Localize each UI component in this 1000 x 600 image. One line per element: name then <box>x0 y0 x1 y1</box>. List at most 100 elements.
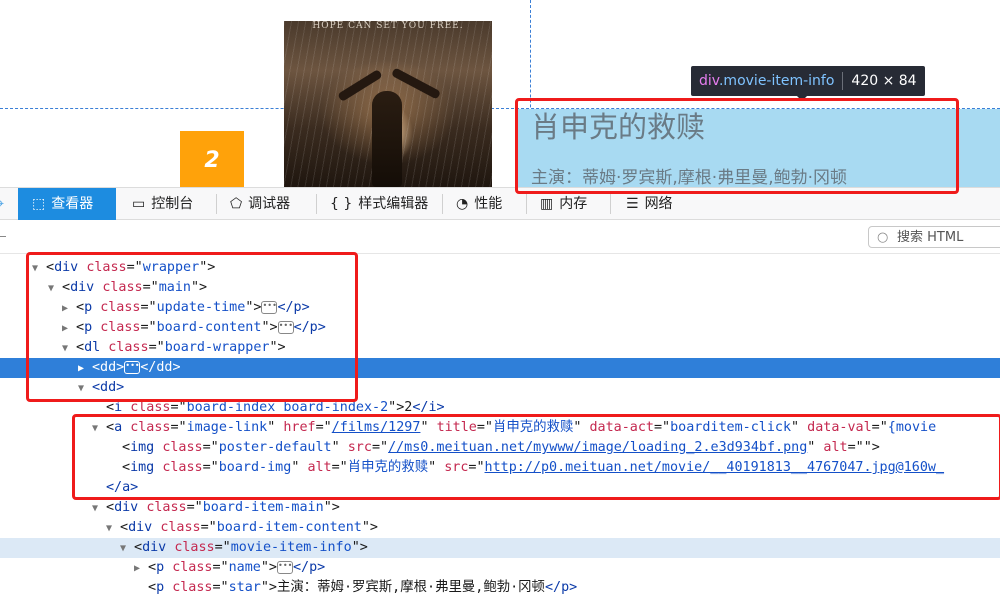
poster-tagline: HOPE CAN SET YOU FREE. <box>312 21 464 31</box>
search-html-input[interactable]: ○ 搜索 HTML <box>868 226 1000 248</box>
expand-arrow-icon[interactable]: ▶ <box>62 319 76 339</box>
tab-debugger[interactable]: ⬠ 调试器 <box>230 188 290 220</box>
tag-name: img <box>130 460 155 475</box>
expand-arrow-icon[interactable]: ▶ <box>62 299 76 319</box>
tab-style-editor[interactable]: { } 样式编辑器 <box>330 188 428 220</box>
attr-name: src <box>347 440 372 455</box>
attr-name: href <box>283 420 316 435</box>
tag-name: p <box>156 560 165 575</box>
tag-name: p <box>84 300 93 315</box>
attr-value: movie-item-info <box>230 540 352 555</box>
tab-performance[interactable]: ◔ 性能 <box>456 188 502 220</box>
attr-value: image-link <box>186 420 268 435</box>
page-preview: HOPE CAN SET YOU FREE. 2 肖申克的救赎 主演：蒂姆·罗宾… <box>0 0 1000 187</box>
tree-node-name[interactable]: ▶ <p class="name">•••</p> <box>0 558 1000 578</box>
attr-name: class <box>172 580 213 595</box>
tree-node-board-img[interactable]: <img class="board-img" alt="肖申克的救赎" src=… <box>0 458 1000 478</box>
attr-value: board-wrapper <box>164 340 270 355</box>
tag-name: p <box>156 580 165 595</box>
attr-name: alt <box>307 460 332 475</box>
closing-tag: </p> <box>293 320 326 335</box>
node-text: 主演：蒂姆·罗宾斯,摩根·弗里曼,鲍勃·冈顿 <box>277 580 545 595</box>
tree-node-movie-item-info[interactable]: ▼ <div class="movie-item-info"> <box>0 538 1000 558</box>
tab-network-label: 网络 <box>644 196 673 212</box>
collapse-arrow-icon[interactable]: ▼ <box>92 419 106 439</box>
collapse-arrow-icon[interactable]: ▼ <box>48 279 62 299</box>
movie-name[interactable]: 肖申克的救赎 <box>531 104 705 146</box>
attr-name: class <box>146 500 187 515</box>
tag-name: div <box>142 540 167 555</box>
attr-name: class <box>160 520 201 535</box>
expand-arrow-icon[interactable]: ▶ <box>78 359 92 379</box>
attr-value: board-content <box>156 320 262 335</box>
attr-name: class <box>130 400 171 415</box>
tag-name: div <box>70 280 95 295</box>
expand-arrow-icon[interactable]: ▶ <box>134 559 148 579</box>
attr-link[interactable]: http://p0.meituan.net/movie/__40191813__… <box>485 460 945 475</box>
tree-node-dd-selected[interactable]: ▶ <dd>•••</dd> <box>0 358 1000 378</box>
attr-name: class <box>130 420 171 435</box>
tree-node-board-item-content[interactable]: ▼ <div class="board-item-content"> <box>0 518 1000 538</box>
collapse-arrow-icon[interactable]: ▼ <box>106 519 120 539</box>
tree-node-main[interactable]: ▼ <div class="main"> <box>0 278 1000 298</box>
collapse-arrow-icon[interactable]: ▼ <box>62 339 76 359</box>
tree-node-board-content[interactable]: ▶ <p class="board-content">•••</p> <box>0 318 1000 338</box>
tree-node-update-time[interactable]: ▶ <p class="update-time">•••</p> <box>0 298 1000 318</box>
ellipsis-icon[interactable]: ••• <box>261 300 278 314</box>
attr-value: board-img <box>218 460 292 475</box>
collapse-arrow-icon[interactable]: ▼ <box>32 259 46 279</box>
attr-name: src <box>444 460 469 475</box>
collapse-arrow-icon[interactable]: ▼ <box>120 539 134 559</box>
style-editor-icon: { } <box>330 196 353 212</box>
tooltip-divider <box>842 72 844 90</box>
devtools-toolbar: ⌖ ⬚ 查看器 ▭ 控制台 ⬠ 调试器 { } 样式编辑器 ◔ 性能 ▥ 内存 ☰ 网络 <box>0 187 1000 220</box>
attr-name: class <box>100 300 141 315</box>
attr-value: board-item-content <box>216 520 362 535</box>
tooltip-class: .movie-item-info <box>718 73 835 89</box>
tag-name: div <box>114 500 139 515</box>
tree-node-board-item-main[interactable]: ▼ <div class="board-item-main"> <box>0 498 1000 518</box>
attr-value: wrapper <box>142 260 200 275</box>
attr-value: update-time <box>156 300 246 315</box>
tooltip-size: 420 × 84 <box>851 73 917 89</box>
tree-node-star[interactable]: <p class="star">主演：蒂姆·罗宾斯,摩根·弗里曼,鲍勃·冈顿</… <box>0 578 1000 598</box>
attr-value: 肖申克的救赎 <box>493 420 574 435</box>
attr-name: class <box>86 260 127 275</box>
tree-node-a-close[interactable]: </a> <box>0 478 1000 498</box>
tab-network[interactable]: ☰ 网络 <box>626 188 673 220</box>
tree-node-wrapper[interactable]: ▼ <div class="wrapper"> <box>0 258 1000 278</box>
tab-memory[interactable]: ▥ 内存 <box>540 188 587 220</box>
collapse-arrow-icon[interactable]: ▼ <box>92 499 106 519</box>
network-icon: ☰ <box>626 196 639 212</box>
tab-divider <box>216 194 217 214</box>
ellipsis-icon[interactable]: ••• <box>124 360 141 374</box>
ellipsis-icon[interactable]: ••• <box>277 320 294 334</box>
tree-node-poster-default[interactable]: <img class="poster-default" src="//ms0.m… <box>0 438 1000 458</box>
attr-link[interactable]: //ms0.meituan.net/mywww/image/loading_2.… <box>388 440 807 455</box>
tree-node-board-index[interactable]: <i class="board-index board-index-2">2</… <box>0 398 1000 418</box>
board-index-badge: 2 <box>180 131 244 187</box>
attr-value: {movie <box>887 420 937 435</box>
tab-inspector[interactable]: ⬚ 查看器 <box>18 188 116 220</box>
tab-divider <box>526 194 527 214</box>
attr-link[interactable]: /films/1297 <box>332 420 421 435</box>
tag-name: i <box>114 400 123 415</box>
attr-value: main <box>158 280 191 295</box>
closing-tag: </a> <box>106 480 139 495</box>
memory-icon: ▥ <box>540 196 554 212</box>
tree-node-image-link[interactable]: ▼ <a class="image-link" href="/films/1297… <box>0 418 1000 438</box>
ellipsis-icon[interactable]: ••• <box>277 560 293 574</box>
attr-name: class <box>172 560 213 575</box>
tab-console[interactable]: ▭ 控制台 <box>132 188 193 220</box>
attr-value: name <box>228 560 261 575</box>
pick-element-icon[interactable]: ⌖ <box>0 188 10 220</box>
movie-poster[interactable]: HOPE CAN SET YOU FREE. <box>284 21 492 187</box>
search-icon: ○ <box>877 230 889 245</box>
closing-tag: </p> <box>544 580 578 595</box>
collapse-arrow-icon[interactable]: ▼ <box>78 379 92 399</box>
attr-name: class <box>162 460 203 475</box>
tag-name: div <box>128 520 153 535</box>
tree-node-board-wrapper[interactable]: ▼ <dl class="board-wrapper"> <box>0 338 1000 358</box>
tab-divider <box>316 194 317 214</box>
tree-node-dd[interactable]: ▼ <dd> <box>0 378 1000 398</box>
